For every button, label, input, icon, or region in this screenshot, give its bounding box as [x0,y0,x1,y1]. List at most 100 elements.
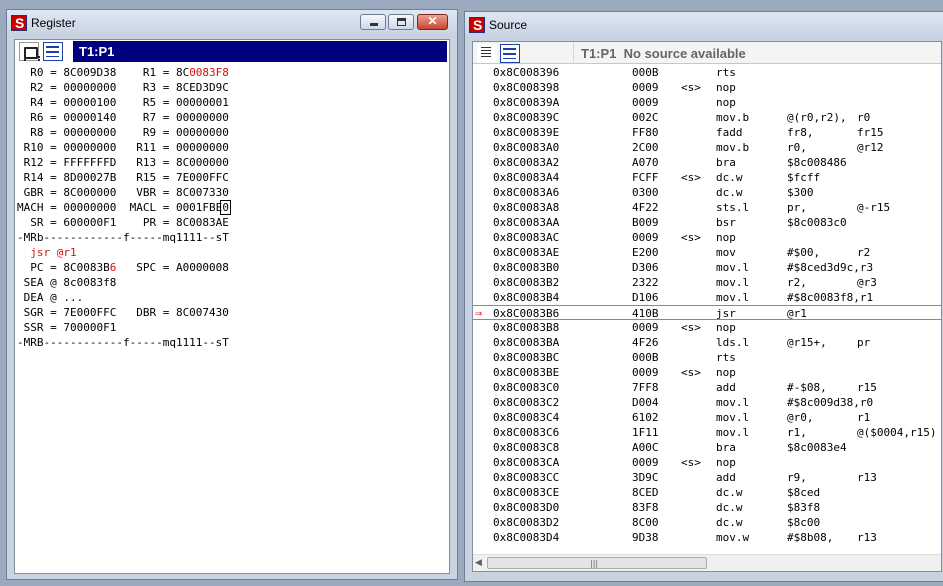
cell-mark: <s> [681,231,701,244]
cell-code: A070 [632,156,659,169]
source-status-label: T1:P1 No source available [581,46,746,61]
disassembly-row[interactable]: 0x8C0083AA B009 bsr $8c0083c0 [473,215,941,230]
cell-addr: 0x8C0083D2 [493,516,560,529]
cell-op2: r13 [857,531,877,544]
cell-mnem: nop [716,321,736,334]
cpu-chip-icon[interactable] [19,42,40,61]
cell-op2: fr15 [857,126,884,139]
cell-addr: 0x8C0083D0 [493,501,560,514]
disassembly-row[interactable]: 0x8C0083B2 2322 mov.l r2, @r3 [473,275,941,290]
register-list-icon[interactable] [43,42,63,61]
disassembly-row[interactable]: 0x8C0083C2 D004 mov.l #$8c009d38,r0 [473,395,941,410]
disassembly-row[interactable]: 0x8C008398 0009 <s> nop [473,80,941,95]
register-titlebar[interactable]: S Register ✕ [7,10,457,36]
register-line: R0 = 8C009D38 R1 = 8C0083F8 [17,65,231,80]
disassembly-row[interactable]: 0x8C0083CE 8CED dc.w $8ced [473,485,941,500]
disassembly-row[interactable]: 0x8C0083C0 7FF8 add #-$08, r15 [473,380,941,395]
cell-op1: #$8c0083f8,r1 [787,291,874,304]
minimize-icon [370,23,378,26]
disassembly-list[interactable]: 0x8C008396 000B rts 0x8C008398 0009 <s> nop 0x8… [473,65,941,565]
disassembly-row[interactable]: 0x8C0083B4 D106 mov.l #$8c0083f8,r1 [473,290,941,305]
disassembly-row[interactable]: 0x8C0083CA 0009 <s> nop [473,455,941,470]
cell-op2: @r3 [857,276,877,289]
cell-mnem: bra [716,156,736,169]
disassembly-row[interactable]: 0x8C0083A6 0300 dc.w $300 [473,185,941,200]
cell-addr: 0x8C0083AC [493,231,560,244]
cell-mnem: add [716,471,736,484]
cell-code: 0009 [632,231,659,244]
register-line: DEA @ ... [17,290,231,305]
cell-addr: 0x8C008398 [493,81,560,94]
disassembly-row[interactable]: 0x8C008396 000B rts [473,65,941,80]
cell-op2: r0 [857,111,871,124]
maximize-button[interactable] [388,14,414,30]
cell-code: 0009 [632,456,659,469]
cell-mark: <s> [681,171,701,184]
scroll-left-icon[interactable]: ◀ [475,558,482,568]
disassembly-row[interactable]: 0x8C0083AC 0009 <s> nop [473,230,941,245]
cell-code: 0009 [632,321,659,334]
disassembly-row[interactable]: 0x8C0083BA 4F26 lds.l @r15+, pr [473,335,941,350]
cell-code: FF80 [632,126,659,139]
cell-code: 002C [632,111,659,124]
disassembly-row[interactable]: 0x8C0083A2 A070 bra $8c008486 [473,155,941,170]
cell-op1: $300 [787,186,814,199]
source-titlebar[interactable]: S Source [465,12,943,38]
register-text: GBR = 8C000000 VBR = 8C007330 [17,186,229,199]
disassembly-row[interactable]: 0x8C0083C6 1F11 mov.l r1, @($0004,r15) [473,425,941,440]
cell-addr: 0x8C0083AE [493,246,560,259]
cell-addr: 0x8C0083C0 [493,381,560,394]
disassembly-row[interactable]: 0x8C0083AE E200 mov #$00, r2 [473,245,941,260]
disassembly-row[interactable]: 0x8C0083CC 3D9C add r9, r13 [473,470,941,485]
register-target-tab[interactable]: T1:P1 [73,41,447,62]
close-button[interactable]: ✕ [417,14,448,30]
disassembly-row[interactable]: 0x8C0083A8 4F22 sts.l pr, @-r15 [473,200,941,215]
cell-op2: pr [857,336,871,349]
current-pc-row[interactable]: ⇒ 0x8C0083B6 410B jsr @r1 [473,305,941,320]
cell-addr: 0x8C0083CC [493,471,560,484]
horizontal-scrollbar[interactable]: ◀ ||| [473,554,941,571]
disassembly-row[interactable]: 0x8C0083BC 000B rts [473,350,941,365]
cell-op1: $fcff [787,171,821,184]
edit-cursor-digit[interactable]: 0 [220,200,231,215]
cell-mnem: dc.w [716,501,743,514]
app-icon[interactable]: S [469,17,485,33]
cell-addr: 0x8C0083AA [493,216,560,229]
source-view-icon[interactable] [477,44,497,63]
cell-mnem: dc.w [716,516,743,529]
cell-addr: 0x8C00839C [493,111,560,124]
register-line: SSR = 700000F1 [17,320,231,335]
cell-mnem: nop [716,366,736,379]
disassembly-row[interactable]: 0x8C0083B8 0009 <s> nop [473,320,941,335]
disassembly-row[interactable]: 0x8C0083D2 8C00 dc.w $8c00 [473,515,941,530]
cell-mnem: mov.b [716,111,750,124]
disassembly-row[interactable]: 0x8C00839E FF80 fadd fr8, fr15 [473,125,941,140]
cell-code: 83F8 [632,501,659,514]
disassembly-row[interactable]: 0x8C0083C8 A00C bra $8c0083e4 [473,440,941,455]
cell-op2: @($0004,r15) [857,426,937,439]
cell-mnem: nop [716,231,736,244]
cell-addr: 0x8C0083B8 [493,321,560,334]
register-line: jsr @r1 [17,245,231,260]
cell-code: 7FF8 [632,381,659,394]
disassembly-row[interactable]: 0x8C0083A0 2C00 mov.b r0, @r12 [473,140,941,155]
disassembly-row[interactable]: 0x8C0083B0 D306 mov.l #$8ced3d9c,r3 [473,260,941,275]
scroll-thumb[interactable]: ||| [487,557,707,569]
disassembly-list-icon[interactable] [500,44,520,63]
app-icon[interactable]: S [11,15,27,31]
cell-mnem: dc.w [716,186,743,199]
disassembly-row[interactable]: 0x8C00839A 0009 nop [473,95,941,110]
cell-mnem: mov.w [716,531,750,544]
cell-op1: #$8ced3d9c,r3 [787,261,874,274]
register-text: SPC = A0000008 [116,261,229,274]
disassembly-row[interactable]: 0x8C0083D0 83F8 dc.w $83f8 [473,500,941,515]
register-values: R0 = 8C009D38 R1 = 8C0083F8 R2 = 0000000… [17,65,231,350]
disassembly-row[interactable]: 0x8C0083A4 FCFF <s> dc.w $fcff [473,170,941,185]
disassembly-row[interactable]: 0x8C0083BE 0009 <s> nop [473,365,941,380]
disassembly-row[interactable]: 0x8C0083D4 9D38 mov.w #$8b08, r13 [473,530,941,545]
cell-mnem: dc.w [716,171,743,184]
disassembly-row[interactable]: 0x8C0083C4 6102 mov.l @r0, r1 [473,410,941,425]
minimize-button[interactable] [360,14,386,30]
register-text: -MRb------------f-----mq1111--sT [17,231,229,244]
disassembly-row[interactable]: 0x8C00839C 002C mov.b @(r0,r2), r0 [473,110,941,125]
